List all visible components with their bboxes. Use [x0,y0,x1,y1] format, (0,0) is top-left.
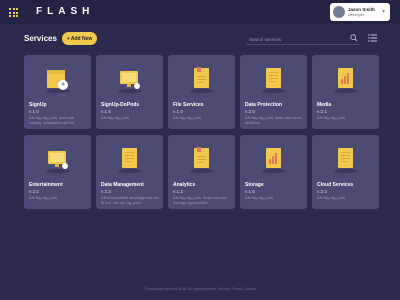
card-description: Info tag, tag, pods. Reach fast and leve… [173,196,227,205]
service-card[interactable]: Cloud Services v 2.3 Info tag, tag, pods [312,135,379,209]
card-description: Get a competitive advantage with the BI … [101,196,159,205]
file-icon [190,67,214,93]
avatar [333,6,345,18]
card-title: Media [317,102,332,108]
signup-icon [46,70,70,93]
search-bar [246,33,360,45]
document-icon [334,148,358,173]
service-card[interactable]: SignUp-DoPods v 1.4 Info tag, tag, pods [96,55,163,129]
services-grid: SignUp v 1.0 Info tag, tag, pods, auth-m… [24,55,379,257]
card-description: Info tag, tag, pods. Make data driven de… [245,116,302,125]
search-icon[interactable] [350,34,358,42]
card-description: Info tag, tag, pods, auth-mail, building… [29,116,75,125]
document-icon [118,148,142,173]
user-menu[interactable]: Jason Smith Developer ▼ [330,3,390,21]
card-version: v 1.6 [245,189,255,194]
card-version: v 2.0 [245,109,255,114]
document-icon [262,68,286,93]
card-title: SignUp [29,102,47,108]
monitor-icon [46,151,70,173]
service-card[interactable]: SignUp v 1.0 Info tag, tag, pods, auth-m… [24,55,91,129]
card-version: v 1.0 [173,109,183,114]
card-version: v 2.1 [317,109,327,114]
chart-doc-icon [262,148,286,173]
card-description: Info tag, tag, pods [245,196,274,200]
service-card[interactable]: Entertainment v 2.2 Info tag, tag, pods [24,135,91,209]
card-description: Info tag, tag, pods [317,196,346,200]
monitor-icon [118,71,142,93]
service-card[interactable]: Data Management v 2.3 Get a competitive … [96,135,163,209]
card-description: Info tag, tag, pods [29,196,58,200]
file-icon [190,147,214,173]
card-version: v 1.0 [29,109,39,114]
card-title: Cloud Services [317,182,354,188]
top-bar: FLASH Jason Smith Developer ▼ [0,0,400,24]
card-version: v 1.3 [173,189,183,194]
card-description: Info tag, tag, pods [173,116,202,120]
card-title: Analytics [173,182,196,188]
card-version: v 2.3 [101,189,111,194]
service-card[interactable]: Storage v 1.6 Info tag, tag, pods [240,135,307,209]
card-description: Info tag, tag, pods [101,116,130,120]
service-card[interactable]: Media v 2.1 Info tag, tag, pods [312,55,379,129]
card-title: File Services [173,102,204,108]
card-version: v 2.3 [317,189,327,194]
logo: FLASH [36,6,95,17]
user-name: Jason Smith [348,6,375,12]
chevron-down-icon: ▼ [381,9,386,15]
service-card[interactable]: File Services v 1.0 Info tag, tag, pods [168,55,235,129]
service-card[interactable]: Analytics v 1.3 Info tag, tag, pods. Rea… [168,135,235,209]
app-grid-icon[interactable] [9,8,18,17]
footer-text: © basecamp-services 2018. All rights res… [143,287,257,291]
card-version: v 1.4 [101,109,111,114]
user-role: Developer [348,12,364,17]
card-title: Data Management [101,182,144,188]
service-card[interactable]: Data Protection v 2.0 Info tag, tag, pod… [240,55,307,129]
card-title: Data Protection [245,102,282,108]
card-version: v 2.2 [29,189,39,194]
search-input[interactable] [249,35,344,43]
card-title: SignUp-DoPods [101,102,140,108]
chart-doc-icon [334,68,358,93]
add-new-button[interactable]: + Add New [62,32,97,45]
page-title: Services [24,34,57,43]
card-description: Info tag, tag, pods [317,116,346,120]
list-view-icon[interactable] [368,34,377,42]
card-title: Entertainment [29,182,63,188]
card-title: Storage [245,182,264,188]
